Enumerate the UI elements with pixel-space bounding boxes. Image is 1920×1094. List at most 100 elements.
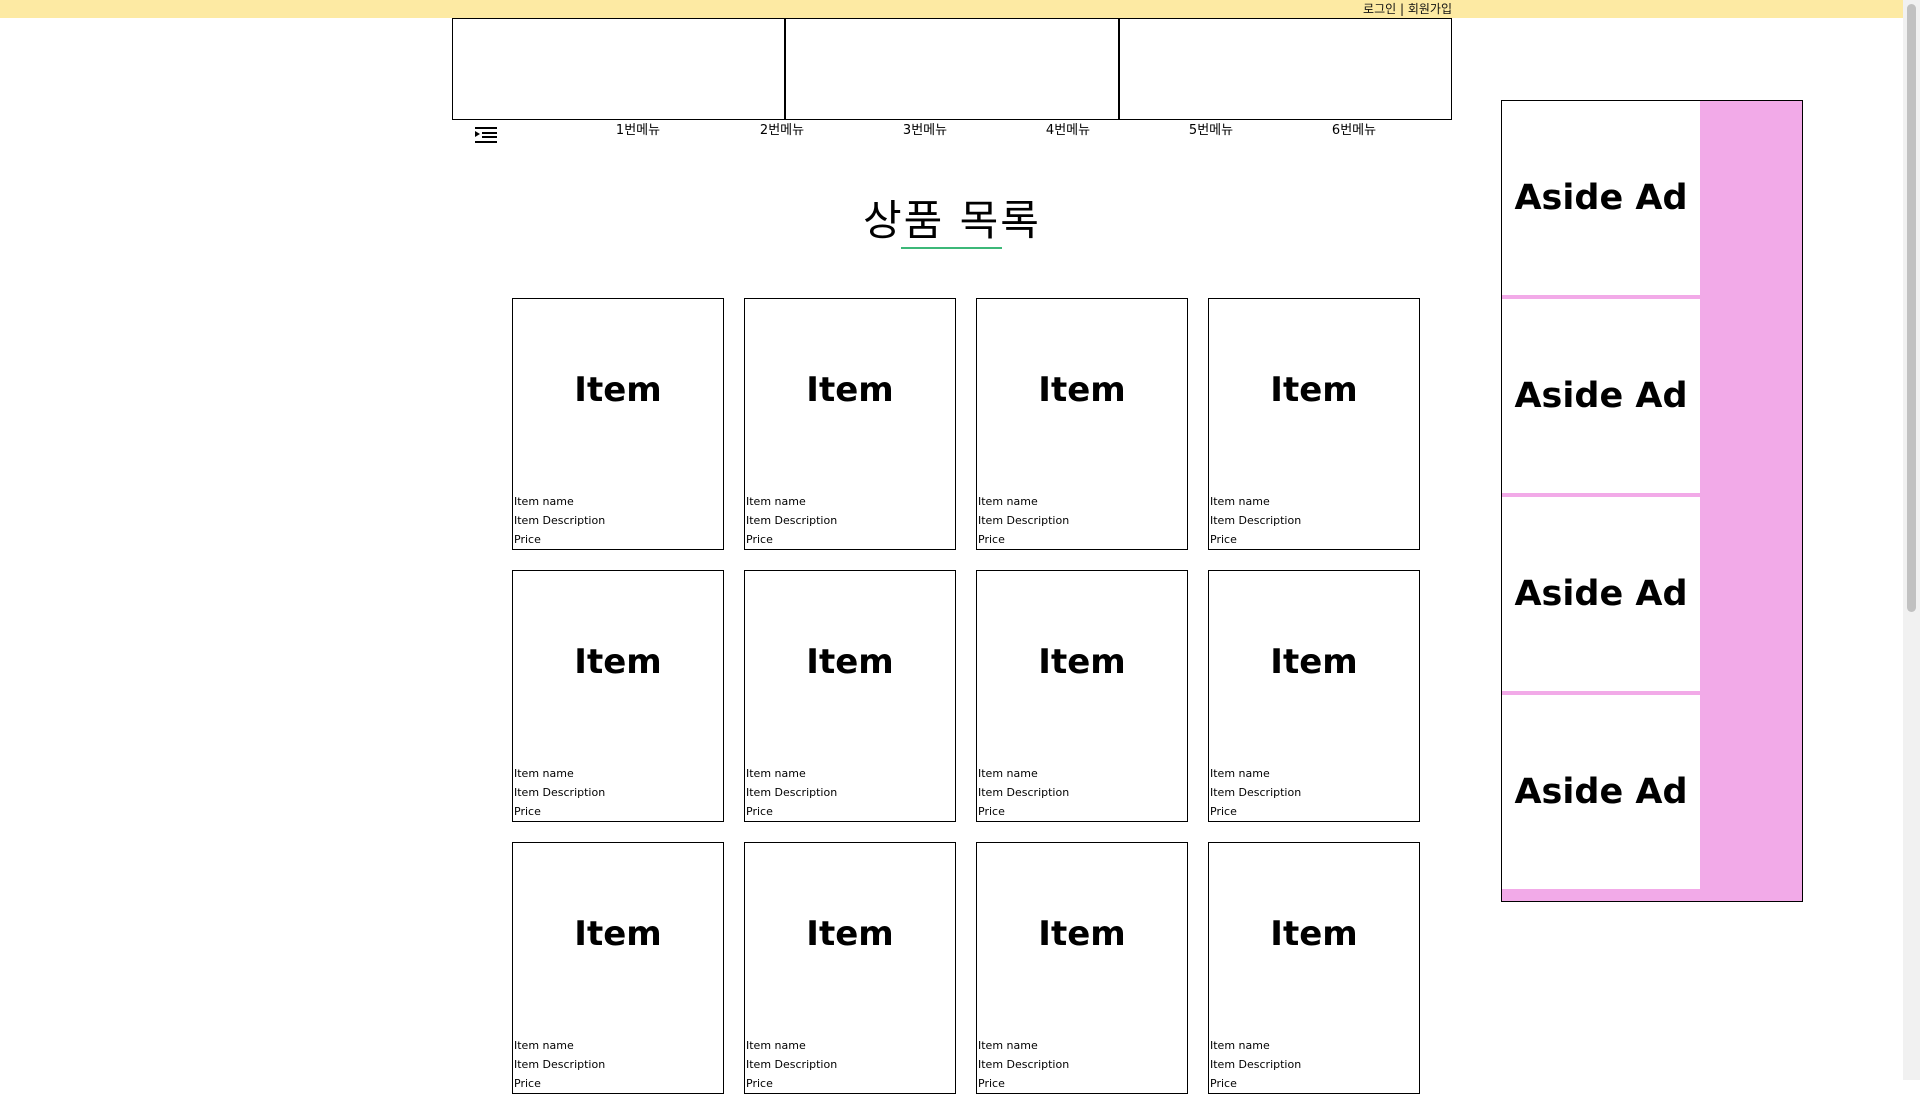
aside-ad-3[interactable]: Aside Ad xyxy=(1502,497,1700,691)
card-label: Item xyxy=(1038,642,1126,682)
item-price: Price xyxy=(746,805,773,818)
product-card[interactable]: Item Item name Item Description Price xyxy=(512,842,724,1094)
aside-ads: Aside Ad Aside Ad Aside Ad Aside Ad xyxy=(1501,100,1803,902)
aside-ad-1[interactable]: Aside Ad xyxy=(1502,101,1700,295)
product-card[interactable]: Item Item name Item Description Price xyxy=(512,570,724,822)
item-price: Price xyxy=(746,1077,773,1090)
card-info: Item name Item Description Price xyxy=(1210,1036,1301,1093)
nav-item-1[interactable]: 1번메뉴 xyxy=(616,122,660,140)
card-label: Item xyxy=(1038,370,1126,410)
item-description: Item Description xyxy=(746,786,838,799)
item-description: Item Description xyxy=(978,786,1070,799)
nav-item-2[interactable]: 2번메뉴 xyxy=(760,122,804,140)
product-card[interactable]: Item Item name Item Description Price xyxy=(1208,570,1420,822)
aside-ad-4[interactable]: Aside Ad xyxy=(1502,695,1700,889)
item-description: Item Description xyxy=(978,1058,1070,1071)
card-info: Item name Item Description Price xyxy=(746,764,837,821)
card-info: Item name Item Description Price xyxy=(978,492,1069,549)
aside-ad-label: Aside Ad xyxy=(1514,574,1688,614)
banner-slot-2[interactable] xyxy=(785,18,1119,120)
item-description: Item Description xyxy=(978,514,1070,527)
card-info: Item name Item Description Price xyxy=(514,1036,605,1093)
item-name: Item name xyxy=(746,767,806,780)
page-scrollbar[interactable] xyxy=(1903,0,1920,1080)
item-name: Item name xyxy=(978,767,1038,780)
item-price: Price xyxy=(978,1077,1005,1090)
item-price: Price xyxy=(514,533,541,546)
item-price: Price xyxy=(514,805,541,818)
scrollbar-thumb[interactable] xyxy=(1907,4,1916,612)
product-card[interactable]: Item Item name Item Description Price xyxy=(976,842,1188,1094)
product-card[interactable]: Item Item name Item Description Price xyxy=(976,298,1188,550)
card-label: Item xyxy=(1270,914,1358,954)
card-label: Item xyxy=(1270,370,1358,410)
product-card[interactable]: Item Item name Item Description Price xyxy=(744,842,956,1094)
item-name: Item name xyxy=(514,1039,574,1052)
page-title: 상품 목록 xyxy=(863,196,1041,246)
top-bar: 로그인 | 회원가입 xyxy=(0,0,1920,18)
item-description: Item Description xyxy=(514,786,606,799)
item-name: Item name xyxy=(978,1039,1038,1052)
auth-separator: | xyxy=(1396,2,1408,16)
card-label: Item xyxy=(1038,914,1126,954)
card-info: Item name Item Description Price xyxy=(978,1036,1069,1093)
main-nav: 1번메뉴 2번메뉴 3번메뉴 4번메뉴 5번메뉴 6번메뉴 xyxy=(452,120,1452,148)
product-card[interactable]: Item Item name Item Description Price xyxy=(512,298,724,550)
aside-ad-2[interactable]: Aside Ad xyxy=(1502,299,1700,493)
item-price: Price xyxy=(746,533,773,546)
item-description: Item Description xyxy=(514,514,606,527)
aside-ad-label: Aside Ad xyxy=(1514,178,1688,218)
card-label: Item xyxy=(574,370,662,410)
product-card[interactable]: Item Item name Item Description Price xyxy=(1208,298,1420,550)
item-description: Item Description xyxy=(514,1058,606,1071)
item-description: Item Description xyxy=(746,1058,838,1071)
card-info: Item name Item Description Price xyxy=(514,492,605,549)
card-info: Item name Item Description Price xyxy=(746,1036,837,1093)
banner-row xyxy=(452,18,1452,120)
item-price: Price xyxy=(514,1077,541,1090)
card-info: Item name Item Description Price xyxy=(514,764,605,821)
product-card[interactable]: Item Item name Item Description Price xyxy=(744,298,956,550)
item-price: Price xyxy=(1210,533,1237,546)
item-name: Item name xyxy=(746,1039,806,1052)
product-card[interactable]: Item Item name Item Description Price xyxy=(744,570,956,822)
login-link[interactable]: 로그인 xyxy=(1363,2,1396,16)
card-label: Item xyxy=(1270,642,1358,682)
card-info: Item name Item Description Price xyxy=(1210,764,1301,821)
nav-item-5[interactable]: 5번메뉴 xyxy=(1189,122,1233,140)
signup-link[interactable]: 회원가입 xyxy=(1408,2,1452,16)
card-label: Item xyxy=(806,914,894,954)
banner-slot-3[interactable] xyxy=(1118,18,1452,120)
item-name: Item name xyxy=(514,767,574,780)
item-description: Item Description xyxy=(746,514,838,527)
card-label: Item xyxy=(574,914,662,954)
aside-ad-label: Aside Ad xyxy=(1514,772,1688,812)
item-name: Item name xyxy=(746,495,806,508)
title-underline xyxy=(901,247,1002,249)
product-card[interactable]: Item Item name Item Description Price xyxy=(976,570,1188,822)
item-price: Price xyxy=(1210,805,1237,818)
item-name: Item name xyxy=(1210,495,1270,508)
card-info: Item name Item Description Price xyxy=(1210,492,1301,549)
item-description: Item Description xyxy=(1210,786,1302,799)
item-price: Price xyxy=(1210,1077,1237,1090)
item-description: Item Description xyxy=(1210,514,1302,527)
card-label: Item xyxy=(806,642,894,682)
item-name: Item name xyxy=(1210,1039,1270,1052)
card-label: Item xyxy=(574,642,662,682)
item-price: Price xyxy=(978,533,1005,546)
card-info: Item name Item Description Price xyxy=(746,492,837,549)
item-name: Item name xyxy=(978,495,1038,508)
nav-item-4[interactable]: 4번메뉴 xyxy=(1046,122,1090,140)
product-card[interactable]: Item Item name Item Description Price xyxy=(1208,842,1420,1094)
nav-item-3[interactable]: 3번메뉴 xyxy=(903,122,947,140)
item-name: Item name xyxy=(514,495,574,508)
item-price: Price xyxy=(978,805,1005,818)
item-name: Item name xyxy=(1210,767,1270,780)
banner-slot-1[interactable] xyxy=(452,18,786,120)
card-info: Item name Item Description Price xyxy=(978,764,1069,821)
auth-links: 로그인 | 회원가입 xyxy=(1363,1,1452,17)
nav-item-6[interactable]: 6번메뉴 xyxy=(1332,122,1376,140)
menu-indent-icon[interactable] xyxy=(474,126,498,146)
item-description: Item Description xyxy=(1210,1058,1302,1071)
